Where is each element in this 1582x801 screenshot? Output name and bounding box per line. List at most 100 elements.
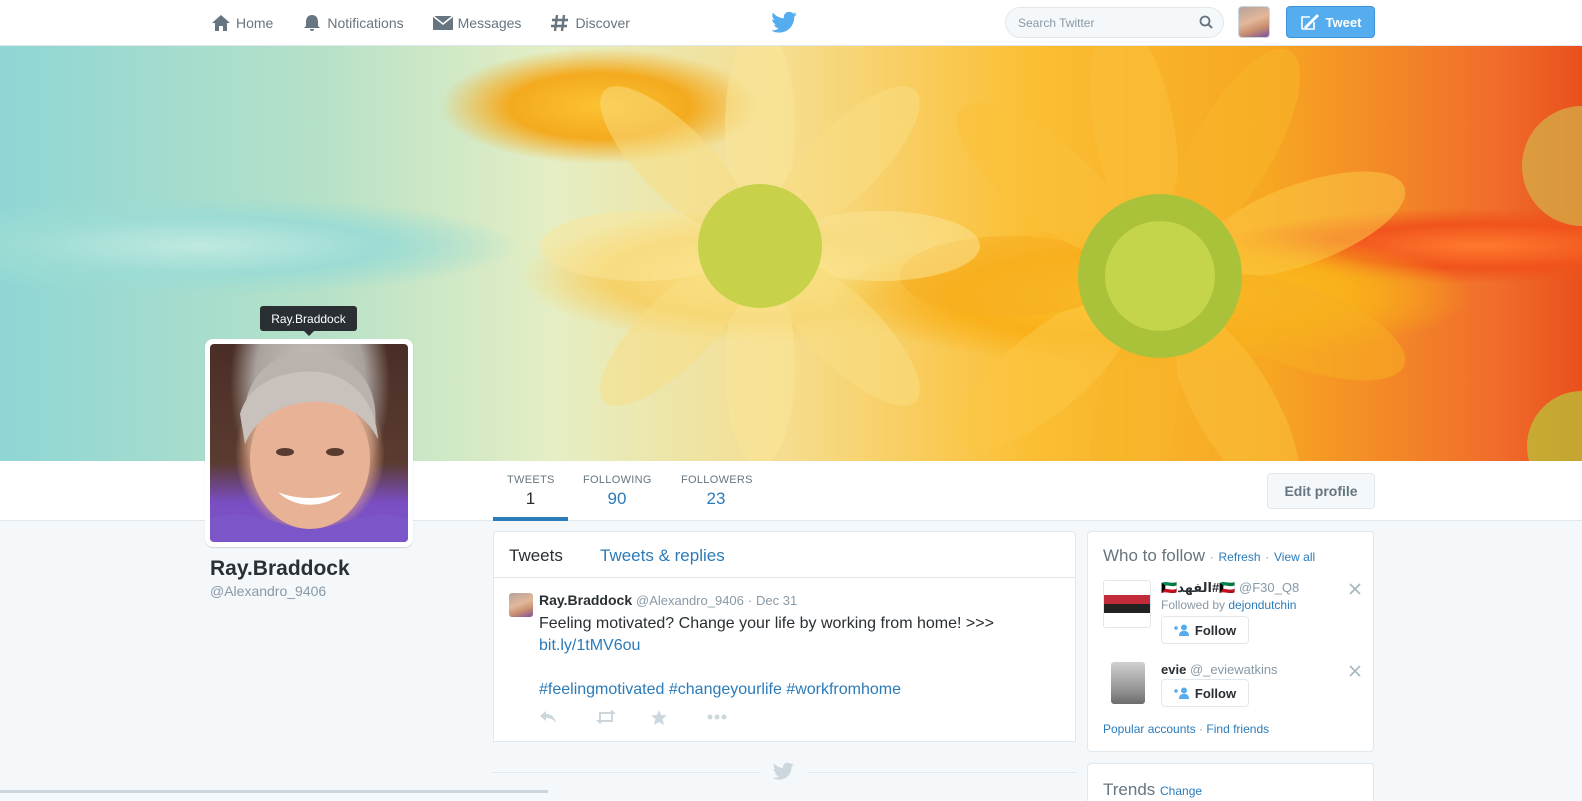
reply-icon[interactable] xyxy=(539,708,595,726)
tweet-text: Feeling motivated? Change your life by w… xyxy=(539,613,1029,701)
nav-notifications-label: Notifications xyxy=(327,15,404,31)
popular-accounts-link[interactable]: Popular accounts xyxy=(1103,722,1196,736)
tweet-author-handle[interactable]: @Alexandro_9406 xyxy=(636,593,744,608)
search-icon[interactable] xyxy=(1199,15,1213,29)
tweet-link[interactable]: bit.ly/1tMV6ou xyxy=(539,637,640,654)
suggestion-avatar[interactable] xyxy=(1111,662,1145,704)
suggestion-item: evie @_eviewatkins Follow xyxy=(1103,662,1363,722)
follow-person-icon xyxy=(1173,624,1190,636)
favorite-star-icon[interactable] xyxy=(651,708,707,726)
who-to-follow-footer: Popular accounts · Find friends xyxy=(1103,722,1269,736)
followed-by-label: Followed by xyxy=(1161,598,1226,612)
profile-name[interactable]: Ray.Braddock xyxy=(210,557,350,581)
tweet-separator: · xyxy=(747,593,753,608)
nav-messages-label: Messages xyxy=(457,15,522,31)
twitter-bird-icon xyxy=(772,762,795,785)
followed-by-line: Followed by dejondutchin xyxy=(1161,598,1296,612)
stat-tweets-label: TWEETS xyxy=(507,474,555,486)
stat-followers-value: 23 xyxy=(706,489,726,508)
suggestion-avatar[interactable] xyxy=(1103,580,1151,628)
followed-by-user[interactable]: dejondutchin xyxy=(1228,598,1296,612)
search-box xyxy=(1005,7,1224,38)
compose-quill-icon xyxy=(1300,13,1320,31)
suggestion-item: 🇰🇼الفهد#🇰🇼 @F30_Q8 Followed by dejondutc… xyxy=(1103,580,1363,650)
bell-icon xyxy=(301,13,323,33)
dismiss-close-icon[interactable] xyxy=(1349,582,1361,595)
view-all-link[interactable]: View all xyxy=(1274,550,1315,564)
suggestion-name[interactable]: 🇰🇼الفهد#🇰🇼 xyxy=(1161,580,1235,595)
nav-discover[interactable]: Discover xyxy=(549,13,630,33)
separator-dot: · xyxy=(1209,550,1214,564)
profile-photo xyxy=(210,344,408,542)
tweet-timestamp[interactable]: Dec 31 xyxy=(756,593,797,608)
tweet-actions xyxy=(539,708,763,726)
trends-module: Trends Change xyxy=(1087,763,1374,801)
trends-title: Trends xyxy=(1103,780,1156,799)
nav-discover-label: Discover xyxy=(575,15,630,31)
suggestion-handle[interactable]: @_eviewatkins xyxy=(1190,662,1278,677)
tweet-item[interactable]: Ray.Braddock @Alexandro_9406 · Dec 31 Fe… xyxy=(494,579,1075,741)
find-friends-link[interactable]: Find friends xyxy=(1206,722,1269,736)
nav-messages[interactable]: Messages xyxy=(432,13,522,33)
nav-home[interactable]: Home xyxy=(210,13,273,33)
hashtag-link[interactable]: #feelingmotivated xyxy=(539,681,664,698)
tweet-timeline: Tweets Tweets & replies Ray.Braddock @Al… xyxy=(493,531,1076,742)
nav-home-label: Home xyxy=(236,15,274,31)
hashtag-link[interactable]: #changeyourlife xyxy=(669,681,782,698)
stat-tweets-value: 1 xyxy=(525,489,536,508)
suggestion-handle[interactable]: @F30_Q8 xyxy=(1239,580,1299,595)
more-options-icon[interactable] xyxy=(707,708,763,726)
compose-tweet-label: Tweet xyxy=(1325,14,1362,30)
hashtag-link[interactable]: #workfromhome xyxy=(786,681,901,698)
timeline-tabs: Tweets Tweets & replies xyxy=(494,532,1075,578)
stat-following[interactable]: FOLLOWING 90 xyxy=(583,461,651,521)
follow-button-label: Follow xyxy=(1194,622,1237,638)
tab-tweets[interactable]: Tweets xyxy=(509,546,563,566)
timeline-end-divider xyxy=(493,762,1076,782)
refresh-link[interactable]: Refresh xyxy=(1219,550,1261,564)
stat-following-label: FOLLOWING xyxy=(583,474,652,486)
divider-line xyxy=(493,772,761,773)
trends-change-link[interactable]: Change xyxy=(1160,784,1202,798)
suggestion-meta: evie @_eviewatkins xyxy=(1161,662,1278,677)
compose-tweet-button[interactable]: Tweet xyxy=(1286,6,1375,38)
stat-tweets[interactable]: TWEETS 1 xyxy=(493,461,568,521)
separator-dot: · xyxy=(1265,550,1270,564)
profile-avatar[interactable] xyxy=(205,339,413,547)
suggestion-name[interactable]: evie xyxy=(1161,662,1186,677)
home-icon xyxy=(210,13,232,33)
tweet-author-name[interactable]: Ray.Braddock xyxy=(539,592,632,608)
dismiss-close-icon[interactable] xyxy=(1349,664,1361,677)
horizontal-scrollbar[interactable] xyxy=(0,790,548,793)
trends-header: Trends Change xyxy=(1103,780,1202,800)
tab-tweets-and-replies[interactable]: Tweets & replies xyxy=(600,546,725,566)
tweet-body: Feeling motivated? Change your life by w… xyxy=(539,615,994,632)
follow-button-label: Follow xyxy=(1194,685,1237,701)
retweet-icon[interactable] xyxy=(595,708,651,726)
stat-following-value: 90 xyxy=(607,489,627,508)
nav-notifications[interactable]: Notifications xyxy=(301,13,404,33)
edit-profile-button[interactable]: Edit profile xyxy=(1267,473,1375,509)
separator-dot: · xyxy=(1199,722,1204,736)
hashtag-icon xyxy=(549,13,571,33)
follow-person-icon xyxy=(1173,687,1190,699)
suggestion-meta: 🇰🇼الفهد#🇰🇼 @F30_Q8 xyxy=(1161,580,1299,596)
search-input[interactable] xyxy=(1018,14,1198,32)
stat-followers-label: FOLLOWERS xyxy=(681,474,753,486)
who-to-follow-header: Who to follow · Refresh · View all xyxy=(1103,546,1315,566)
avatar-tooltip: Ray.Braddock xyxy=(260,306,357,336)
global-nav: Home Notifications Messages Discover xyxy=(210,0,658,46)
envelope-icon xyxy=(432,13,454,33)
follow-button[interactable]: Follow xyxy=(1161,616,1249,644)
stat-followers[interactable]: FOLLOWERS 23 xyxy=(681,461,753,521)
top-navigation-bar: Home Notifications Messages Discover Sea… xyxy=(0,0,1582,46)
profile-handle[interactable]: @Alexandro_9406 xyxy=(210,583,326,599)
tweet-author-avatar[interactable] xyxy=(509,593,533,617)
tweet-header: Ray.Braddock @Alexandro_9406 · Dec 31 xyxy=(539,592,797,608)
who-to-follow-module: Who to follow · Refresh · View all 🇰🇼الف… xyxy=(1087,531,1374,752)
twitter-bird-icon[interactable] xyxy=(771,11,798,33)
who-to-follow-title: Who to follow xyxy=(1103,546,1206,565)
divider-line xyxy=(808,772,1076,773)
follow-button[interactable]: Follow xyxy=(1161,679,1249,707)
account-avatar[interactable] xyxy=(1238,6,1270,38)
